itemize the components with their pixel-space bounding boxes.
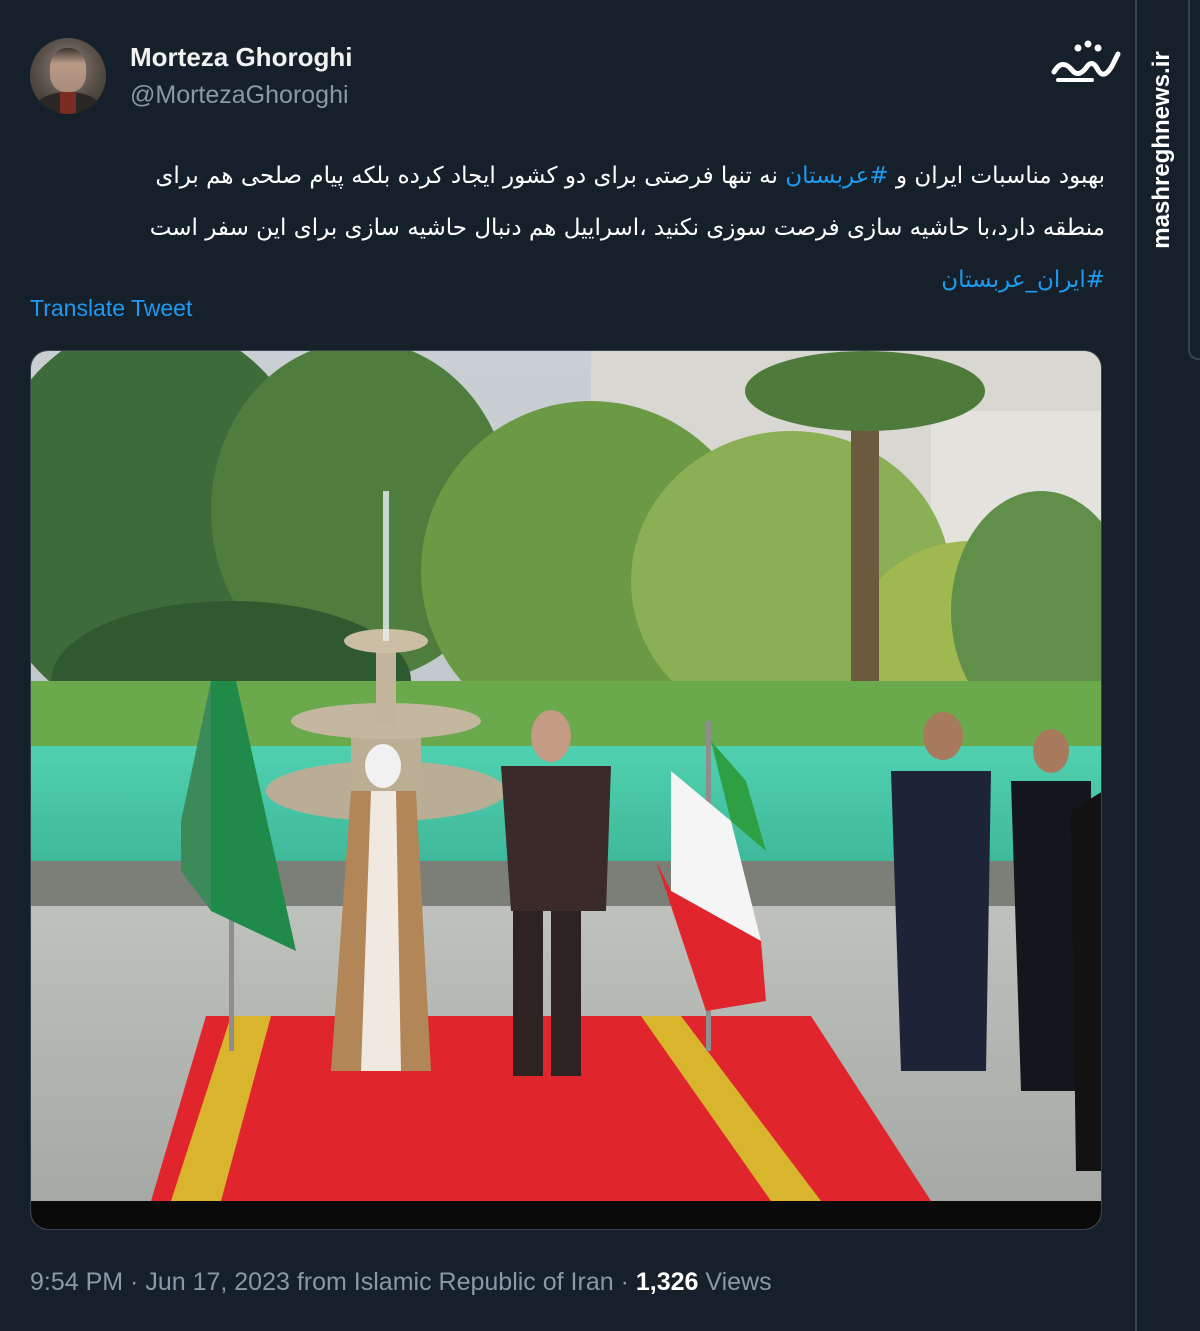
tweet-text-segment: بهبود مناسبات ایران و — [888, 163, 1105, 189]
tweet-text: بهبود مناسبات ایران و #عربستان نه تنها ف… — [30, 150, 1105, 306]
views-label: Views — [698, 1268, 772, 1296]
watermark-site-text: mashreghnews.ir — [1148, 51, 1175, 249]
photo-illustration — [31, 351, 1101, 1229]
column-divider — [1135, 0, 1137, 1331]
hashtag-link-arabia[interactable]: #عربستان — [785, 163, 888, 189]
tweet-text-line-2: منطقه دارد،با حاشیه سازی فرصت سوزی نکنید… — [149, 215, 1105, 241]
mashregh-logo-icon — [1051, 40, 1121, 82]
avatar[interactable] — [30, 38, 106, 114]
tweet-source: from Islamic Republic of Iran — [289, 1268, 614, 1296]
tweet-text-line-1: بهبود مناسبات ایران و #عربستان نه تنها ف… — [30, 150, 1105, 202]
meta-separator: · — [613, 1268, 636, 1296]
views-count[interactable]: 1,326 — [636, 1268, 699, 1296]
tweet-photo[interactable] — [30, 350, 1102, 1230]
author-handle[interactable]: @MortezaGhoroghi — [130, 81, 349, 110]
tweet-meta: 9:54 PM · Jun 17, 2023 from Islamic Repu… — [30, 1268, 772, 1297]
author-display-name[interactable]: Morteza Ghoroghi — [130, 42, 352, 73]
meta-separator: · — [123, 1268, 146, 1296]
tweet-text-segment: نه تنها فرصتی برای دو کشور ایجاد کرده بل… — [155, 163, 786, 189]
translate-tweet-link[interactable]: Translate Tweet — [30, 295, 192, 322]
tweet-card: Morteza Ghoroghi @MortezaGhoroghi بهبود … — [0, 0, 1135, 1331]
tweet-time[interactable]: 9:54 PM — [30, 1268, 123, 1296]
tweet-date[interactable]: Jun 17, 2023 — [145, 1268, 290, 1296]
scrollbar-edge[interactable] — [1188, 0, 1200, 360]
